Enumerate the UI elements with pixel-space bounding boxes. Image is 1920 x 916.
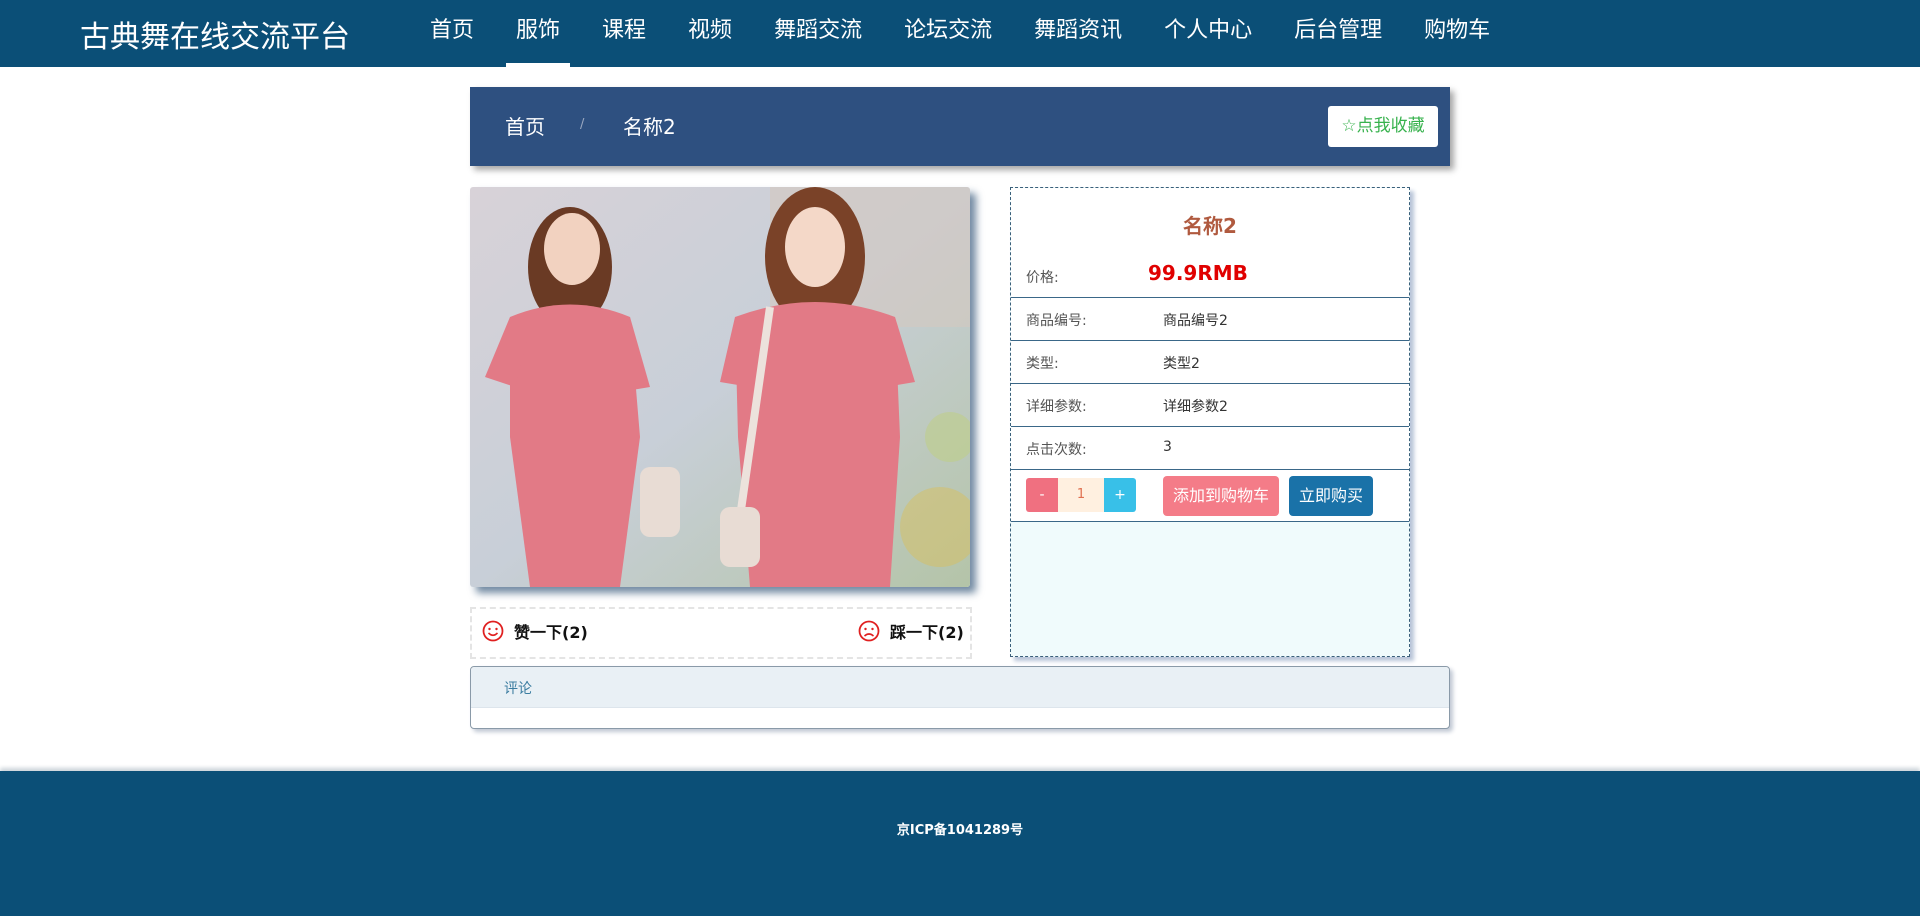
dislike-label: 踩一下(2) [890, 623, 964, 642]
tab-comments[interactable]: 评论 [504, 678, 532, 698]
action-row: - 1 + 添加到购物车 立即购买 [1011, 470, 1409, 522]
field-value: 类型2 [1163, 356, 1200, 372]
field-row-sku: 商品编号: 商品编号2 [1011, 298, 1409, 341]
breadcrumb-bar: 首页 / 名称2 ☆点我收藏 [470, 87, 1450, 166]
field-value: 商品编号2 [1163, 313, 1228, 329]
icp-record: 京ICP备1041289号 [896, 823, 1024, 838]
nav-item-cart[interactable]: 购物车 [1406, 0, 1508, 67]
price-value: 99.9RMB [1148, 261, 1248, 285]
comment-panel: 评论 [470, 666, 1450, 729]
nav-item-forum[interactable]: 论坛交流 [886, 0, 1010, 67]
like-label: 赞一下(2) [514, 623, 588, 642]
smile-icon [482, 620, 504, 642]
favorite-button[interactable]: ☆点我收藏 [1328, 106, 1438, 147]
site-title[interactable]: 古典舞在线交流平台 [80, 12, 350, 56]
nav-item-videos[interactable]: 视频 [670, 0, 750, 67]
quantity-decrease-button[interactable]: - [1026, 478, 1058, 512]
main-nav: 首页 服饰 课程 视频 舞蹈交流 论坛交流 舞蹈资讯 个人中心 后台管理 购物车 [412, 0, 1514, 67]
field-row-clicks: 点击次数: 3 [1011, 427, 1409, 470]
field-label: 点击次数: [1026, 442, 1087, 458]
product-image [470, 187, 970, 587]
field-label: 商品编号: [1026, 313, 1087, 329]
field-label: 类型: [1026, 356, 1059, 372]
product-name: 名称2 [1183, 214, 1237, 238]
nav-item-courses[interactable]: 课程 [584, 0, 664, 67]
breadcrumb-home[interactable]: 首页 [505, 111, 545, 140]
field-row-params: 详细参数: 详细参数2 [1011, 384, 1409, 427]
nav-item-home[interactable]: 首页 [412, 0, 492, 67]
footer: 京ICP备1041289号 [0, 771, 1920, 916]
top-navbar: 古典舞在线交流平台 首页 服饰 课程 视频 舞蹈交流 论坛交流 舞蹈资讯 个人中… [0, 0, 1920, 67]
quantity-input[interactable]: 1 [1058, 478, 1104, 512]
add-to-cart-button[interactable]: 添加到购物车 [1163, 476, 1279, 516]
comment-panel-header [471, 667, 1449, 708]
like-button[interactable]: 赞一下(2) [482, 619, 588, 643]
breadcrumb-separator: / [580, 117, 585, 132]
dislike-button[interactable]: 踩一下(2) [858, 619, 964, 643]
field-value: 详细参数2 [1163, 399, 1228, 415]
nav-item-admin[interactable]: 后台管理 [1276, 0, 1400, 67]
vote-box: 赞一下(2) 踩一下(2) [470, 607, 972, 659]
field-row-type: 类型: 类型2 [1011, 341, 1409, 384]
price-label: 价格: [1026, 270, 1059, 286]
nav-item-personal-center[interactable]: 个人中心 [1146, 0, 1270, 67]
field-value: 3 [1163, 439, 1172, 455]
nav-item-dance-news[interactable]: 舞蹈资讯 [1016, 0, 1140, 67]
field-label: 详细参数: [1026, 399, 1087, 415]
breadcrumb-current: 名称2 [623, 115, 676, 139]
price-row: 价格: 99.9RMB [1011, 255, 1409, 298]
buy-now-button[interactable]: 立即购买 [1289, 476, 1373, 516]
product-info-panel: 名称2 价格: 99.9RMB 商品编号: 商品编号2 类型: 类型2 详细参数… [1010, 187, 1410, 657]
quantity-stepper: - 1 + [1026, 478, 1136, 512]
nav-item-costume[interactable]: 服饰 [498, 0, 578, 67]
nav-item-dance-exchange[interactable]: 舞蹈交流 [756, 0, 880, 67]
frown-icon [858, 620, 880, 642]
quantity-increase-button[interactable]: + [1104, 478, 1136, 512]
